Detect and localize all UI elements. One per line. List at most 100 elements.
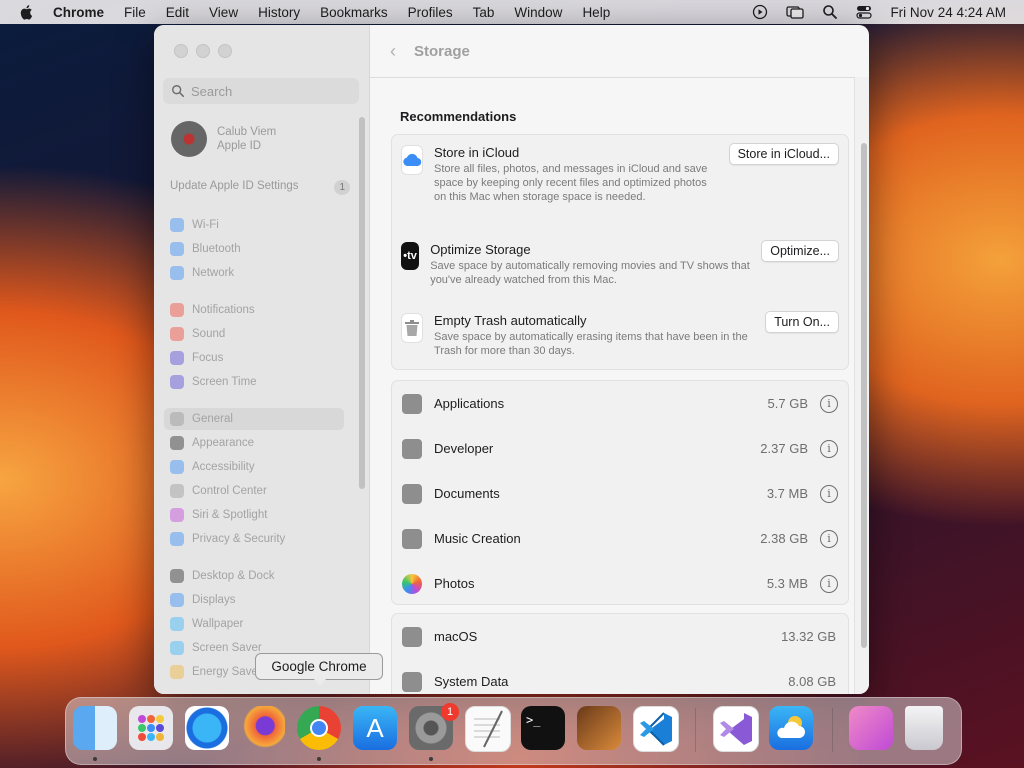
recommendation-title: Store in iCloud [434,145,520,160]
finder-icon[interactable] [73,706,117,750]
system-storage-card: macOS 13.32 GB System Data 8.08 GB [391,613,849,694]
sidebar-item-wallpaper[interactable]: Wallpaper [164,613,344,635]
sidebar-item-privacy-security[interactable]: Privacy & Security [164,528,344,550]
menu-help[interactable]: Help [582,5,610,20]
menu-history[interactable]: History [258,5,300,20]
sidebar-item-desktop-dock[interactable]: Desktop & Dock [164,565,344,587]
apple-id-account[interactable]: Calub Viem Apple ID [171,121,276,157]
row-size: 2.37 GB [760,441,808,456]
account-subtitle: Apple ID [217,140,262,152]
sidebar-search-field[interactable]: Search [163,78,359,104]
menu-bar: Chrome File Edit View History Bookmarks … [0,0,1024,24]
sidebar-item-siri-spotlight[interactable]: Siri & Spotlight [164,504,344,526]
turn-on-button[interactable]: Turn On... [765,311,839,333]
sidebar-item-sound[interactable]: Sound [164,323,344,345]
notification-badge: 1 [441,703,459,721]
menu-window[interactable]: Window [514,5,562,20]
textedit-icon[interactable] [465,706,511,752]
info-icon[interactable]: i [820,439,838,458]
sidebar-item-wifi[interactable]: Wi-Fi [164,214,344,236]
menu-view[interactable]: View [209,5,238,20]
storage-row-documents: Documents 3.7 MB i [392,471,848,516]
spotlight-search-icon[interactable] [822,4,838,20]
menu-bar-clock[interactable]: Fri Nov 24 4:24 AM [890,5,1006,20]
update-label: Update Apple ID Settings [170,180,299,192]
storage-pane: ‹ Storage Recommendations Store in iClou… [370,25,869,694]
accessibility-icon [170,460,184,474]
downloads-stack-icon[interactable] [849,706,893,750]
ellipsis-icon [402,671,422,692]
settings-sidebar: Search Calub Viem Apple ID Update Apple … [154,25,370,694]
speaker-icon [170,327,184,341]
sidebar-item-general[interactable]: General [164,408,344,430]
update-apple-id-settings[interactable]: Update Apple ID Settings 1 [170,180,350,195]
dock: A >_ [65,697,962,765]
menu-edit[interactable]: Edit [166,5,189,20]
sidebar-item-displays[interactable]: Displays [164,589,344,611]
visual-studio-icon[interactable] [713,706,759,752]
terminal-icon[interactable]: >_ [521,706,565,750]
zoom-window-button[interactable] [218,44,232,58]
sidebar-item-label: Siri & Spotlight [192,509,268,521]
storage-row-developer: Developer 2.37 GB i [392,426,848,471]
firefox-icon[interactable] [241,706,285,750]
display-icon [170,593,184,607]
control-center-icon[interactable] [856,4,873,20]
sidebar-scrollbar[interactable] [359,117,365,489]
storage-row-macos: macOS 13.32 GB [392,614,848,659]
sidebar-item-label: Bluetooth [192,243,241,255]
recommendation-icloud: Store in iCloud Store all files, photos,… [401,145,721,204]
info-icon[interactable]: i [820,574,838,593]
sidebar-item-screen-time[interactable]: Screen Time [164,371,344,393]
sidebar-item-control-center[interactable]: Control Center [164,480,344,502]
launchpad-icon[interactable] [129,706,173,750]
optimize-button[interactable]: Optimize... [761,240,839,262]
trash-icon[interactable] [905,706,943,750]
play-circle-icon[interactable] [752,4,768,20]
window-controls [174,44,232,58]
garageband-icon[interactable] [577,706,621,750]
chrome-icon[interactable] [297,706,341,750]
info-icon[interactable]: i [820,484,838,503]
battery-icon [170,665,184,679]
sidebar-item-bluetooth[interactable]: Bluetooth [164,238,344,260]
weather-icon[interactable] [769,706,813,750]
sidebar-item-focus[interactable]: Focus [164,347,344,369]
recommendations-heading: Recommendations [400,109,517,124]
sidebar-item-appearance[interactable]: Appearance [164,432,344,454]
sidebar-item-notifications[interactable]: Notifications [164,299,344,321]
app-store-icon[interactable]: A [353,706,397,750]
store-in-icloud-button[interactable]: Store in iCloud... [728,143,839,165]
info-icon[interactable]: i [820,394,838,413]
recommendations-card: Store in iCloud Store all files, photos,… [391,134,849,370]
hourglass-icon [170,375,184,389]
menu-app-name[interactable]: Chrome [53,5,104,20]
menu-file[interactable]: File [124,5,146,20]
menu-tab[interactable]: Tab [473,5,495,20]
sidebar-item-label: Focus [192,352,224,364]
apple-menu-icon[interactable] [19,4,35,20]
vscode-icon[interactable] [633,706,679,752]
icloud-icon [401,145,423,175]
sidebar-item-network[interactable]: Network [164,262,344,284]
sidebar-item-label: Control Center [192,485,267,497]
sidebar-item-label: Network [192,267,235,279]
row-size: 5.3 MB [766,576,808,591]
recommendation-title: Optimize Storage [430,242,531,257]
minimize-window-button[interactable] [196,44,210,58]
content-scrollbar[interactable] [861,143,867,648]
notifications-icon [170,303,184,317]
safari-icon[interactable] [185,706,229,750]
info-icon[interactable]: i [820,529,838,548]
menu-bookmarks[interactable]: Bookmarks [320,5,388,20]
document-icon [402,483,422,504]
sidebar-item-accessibility[interactable]: Accessibility [164,456,344,478]
recommendation-optimize: •tv Optimize Storage Save space by autom… [401,242,761,287]
sidebar-item-label: Screen Time [192,376,257,388]
close-window-button[interactable] [174,44,188,58]
row-size: 8.08 GB [788,674,836,689]
screen-mirroring-icon[interactable] [786,4,805,20]
back-chevron-icon[interactable]: ‹ [390,41,396,62]
menu-profiles[interactable]: Profiles [408,5,453,20]
row-label: Applications [434,396,505,411]
